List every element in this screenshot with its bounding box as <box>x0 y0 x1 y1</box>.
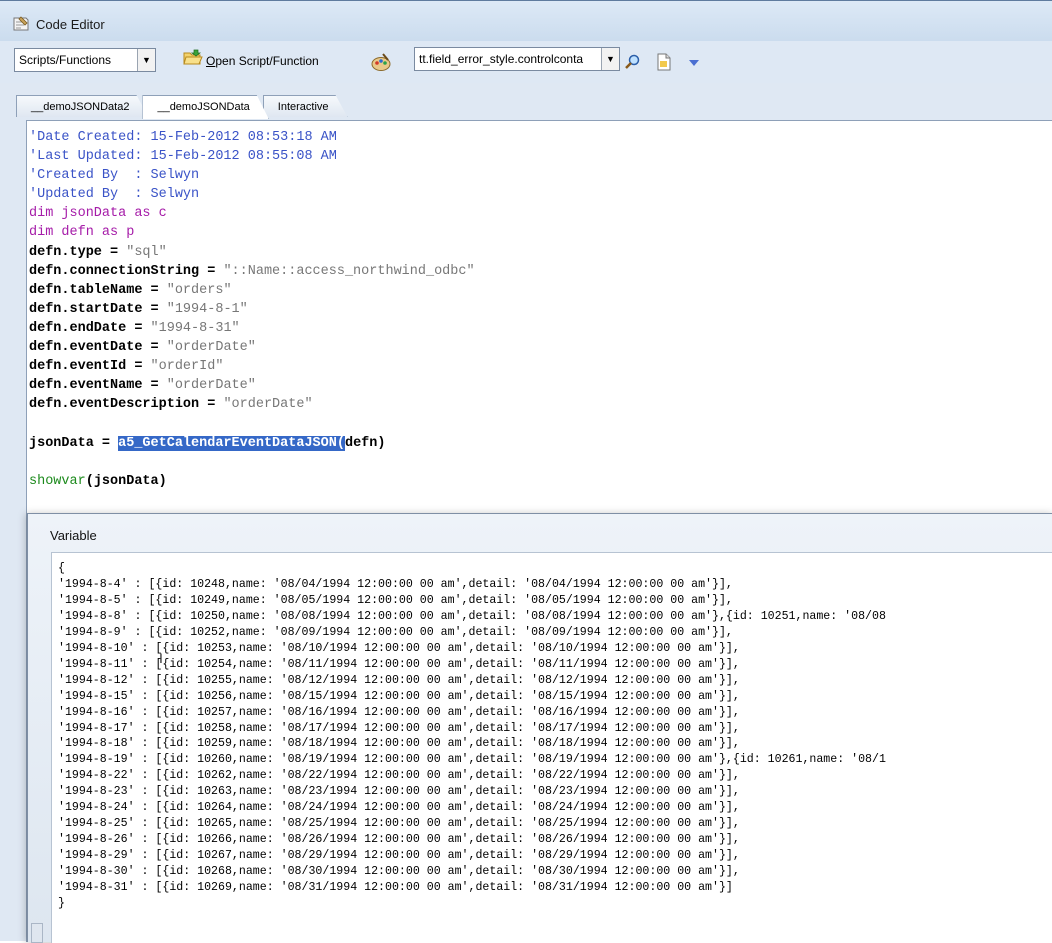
tab-demojsondata2[interactable]: __demoJSONData2 <box>16 95 148 117</box>
code-line: defn.connectionString = "::Name::access_… <box>29 262 475 281</box>
code-line: defn.eventDate = "orderDate" <box>29 338 475 357</box>
json-line: } <box>58 897 65 911</box>
code-string: "::Name::access_northwind_odbc" <box>223 263 475 279</box>
chevron-down-icon[interactable]: ▼ <box>137 49 155 71</box>
code-line: dim defn as p <box>29 225 135 241</box>
code-editor-window: Code Editor Scripts/Functions ▼ Open Scr… <box>0 0 1052 943</box>
variable-content[interactable]: { '1994-8-4' : [{id: 10248,name: '08/04/1… <box>51 552 1052 943</box>
json-line: '1994-8-19' : [{id: 10260,name: '08/19/1… <box>58 753 886 767</box>
code-line: defn.startDate = "1994-8-1" <box>29 300 475 319</box>
selected-function-name[interactable]: a5_GetCalendarEventDataJSON <box>118 435 337 451</box>
json-line: '1994-8-31' : [{id: 10269,name: '08/31/1… <box>58 881 733 895</box>
json-line: '1994-8-30' : [{id: 10268,name: '08/30/1… <box>58 865 740 879</box>
code-string: "orderDate" <box>166 340 256 356</box>
dropdown-icon[interactable] <box>688 56 700 70</box>
code-string: "orderId" <box>150 359 224 375</box>
code-token: defn.type = <box>29 244 127 260</box>
selected-paren: ( <box>336 435 345 451</box>
code-line: defn.tableName = "orders" <box>29 281 475 300</box>
open-label: pen Script/Function <box>215 54 319 68</box>
json-line: '1994-8-24' : [{id: 10264,name: '08/24/1… <box>58 801 740 815</box>
json-line: '1994-8-15' : [{id: 10256,name: '08/15/1… <box>58 689 740 703</box>
code-string: "orderDate" <box>223 397 313 413</box>
json-line: '1994-8-23' : [{id: 10263,name: '08/23/1… <box>58 785 740 799</box>
json-line: '1994-8-4' : [{id: 10248,name: '08/04/19… <box>58 577 733 591</box>
code-string: "orders" <box>166 282 232 298</box>
code-line: defn.eventId = "orderId" <box>29 357 475 376</box>
json-line: { <box>58 562 65 575</box>
code-line: 'Created By : Selwyn <box>29 168 200 184</box>
palette-icon[interactable] <box>370 52 392 75</box>
title-bar: Code Editor <box>0 1 1052 41</box>
code-text[interactable]: 'Date Created: 15-Feb-2012 08:53:18 AM 'L… <box>29 128 475 491</box>
code-line: dim jsonData as c <box>29 206 167 222</box>
open-label-mnemonic: O <box>206 54 216 68</box>
document-icon[interactable] <box>656 53 672 74</box>
json-line: '1994-8-11' : [{id: 10254,name: '08/11/1… <box>58 657 740 671</box>
scripts-functions-dropdown[interactable]: Scripts/Functions ▼ <box>14 48 156 72</box>
code-token: defn.endDate = <box>29 320 151 336</box>
field-selector-dropdown[interactable]: tt.field_error_style.controlconta ▼ <box>414 47 620 71</box>
json-line: '1994-8-22' : [{id: 10262,name: '08/22/1… <box>58 769 740 783</box>
code-line: 'Date Created: 15-Feb-2012 08:53:18 AM <box>29 130 337 145</box>
field-selector-value: tt.field_error_style.controlconta <box>419 52 584 66</box>
code-token: defn) <box>344 435 386 451</box>
code-token: defn.eventName = <box>29 378 167 394</box>
scrollbar-arrow[interactable] <box>31 923 43 943</box>
open-folder-icon <box>183 49 203 73</box>
code-token: defn.tableName = <box>29 282 167 298</box>
json-line: '1994-8-17' : [{id: 10258,name: '08/17/1… <box>58 721 740 735</box>
toolbar: Scripts/Functions ▼ Open Script/Function <box>0 41 1052 83</box>
code-line: 'Updated By : Selwyn <box>29 187 200 203</box>
variable-dialog: Variable { '1994-8-4' : [{id: 10248,name:… <box>27 513 1052 943</box>
json-line: '1994-8-29' : [{id: 10267,name: '08/29/1… <box>58 849 740 863</box>
code-token: jsonData = <box>29 435 119 451</box>
code-line: 'Last Updated: 15-Feb-2012 08:55:08 AM <box>29 149 337 165</box>
json-line: '1994-8-25' : [{id: 10265,name: '08/25/1… <box>58 817 740 831</box>
code-string: "sql" <box>126 244 167 260</box>
code-string: "1994-8-31" <box>150 320 240 336</box>
editor-tabs: __demoJSONData2 __demoJSONData Interacti… <box>16 95 342 119</box>
text-cursor-icon: I <box>159 650 163 666</box>
code-line: defn.eventDescription = "orderDate" <box>29 395 475 414</box>
json-line: '1994-8-16' : [{id: 10257,name: '08/16/1… <box>58 705 740 719</box>
scripts-functions-value: Scripts/Functions <box>19 53 112 67</box>
code-function: showvar <box>29 473 86 489</box>
json-line: '1994-8-26' : [{id: 10266,name: '08/26/1… <box>58 833 740 847</box>
code-token: (jsonData) <box>85 473 167 489</box>
code-line: showvar(jsonData) <box>29 472 475 491</box>
tab-interactive[interactable]: Interactive <box>263 95 348 117</box>
dialog-title: Variable <box>50 528 97 543</box>
code-string: "orderDate" <box>166 378 256 394</box>
json-line: '1994-8-10' : [{id: 10253,name: '08/10/1… <box>58 641 740 655</box>
code-editor-icon <box>12 16 30 32</box>
open-script-function-button[interactable]: Open Script/Function <box>183 49 319 73</box>
json-line: '1994-8-18' : [{id: 10259,name: '08/18/1… <box>58 737 740 751</box>
code-token: defn.eventDate = <box>29 340 167 356</box>
code-line: defn.eventName = "orderDate" <box>29 376 475 395</box>
chevron-down-icon[interactable]: ▼ <box>601 48 619 70</box>
json-line: '1994-8-12' : [{id: 10255,name: '08/12/1… <box>58 673 740 687</box>
search-icon[interactable] <box>624 54 642 73</box>
json-output[interactable]: { '1994-8-4' : [{id: 10248,name: '08/04/1… <box>58 561 886 912</box>
json-line: '1994-8-9' : [{id: 10252,name: '08/09/19… <box>58 625 733 639</box>
json-line: '1994-8-5' : [{id: 10249,name: '08/05/19… <box>58 593 733 607</box>
code-line: defn.endDate = "1994-8-31" <box>29 319 475 338</box>
window-title: Code Editor <box>36 17 105 32</box>
code-token: defn.connectionString = <box>29 263 224 279</box>
tab-demojsondata[interactable]: __demoJSONData <box>142 95 268 119</box>
code-token: defn.eventDescription = <box>29 397 224 413</box>
code-token: defn.startDate = <box>29 301 167 317</box>
code-line: jsonData = a5_GetCalendarEventDataJSON(d… <box>29 434 475 453</box>
code-line: defn.type = "sql" <box>29 243 475 262</box>
json-line: '1994-8-8' : [{id: 10250,name: '08/08/19… <box>58 609 886 623</box>
code-string: "1994-8-1" <box>166 301 248 317</box>
code-token: defn.eventId = <box>29 359 151 375</box>
